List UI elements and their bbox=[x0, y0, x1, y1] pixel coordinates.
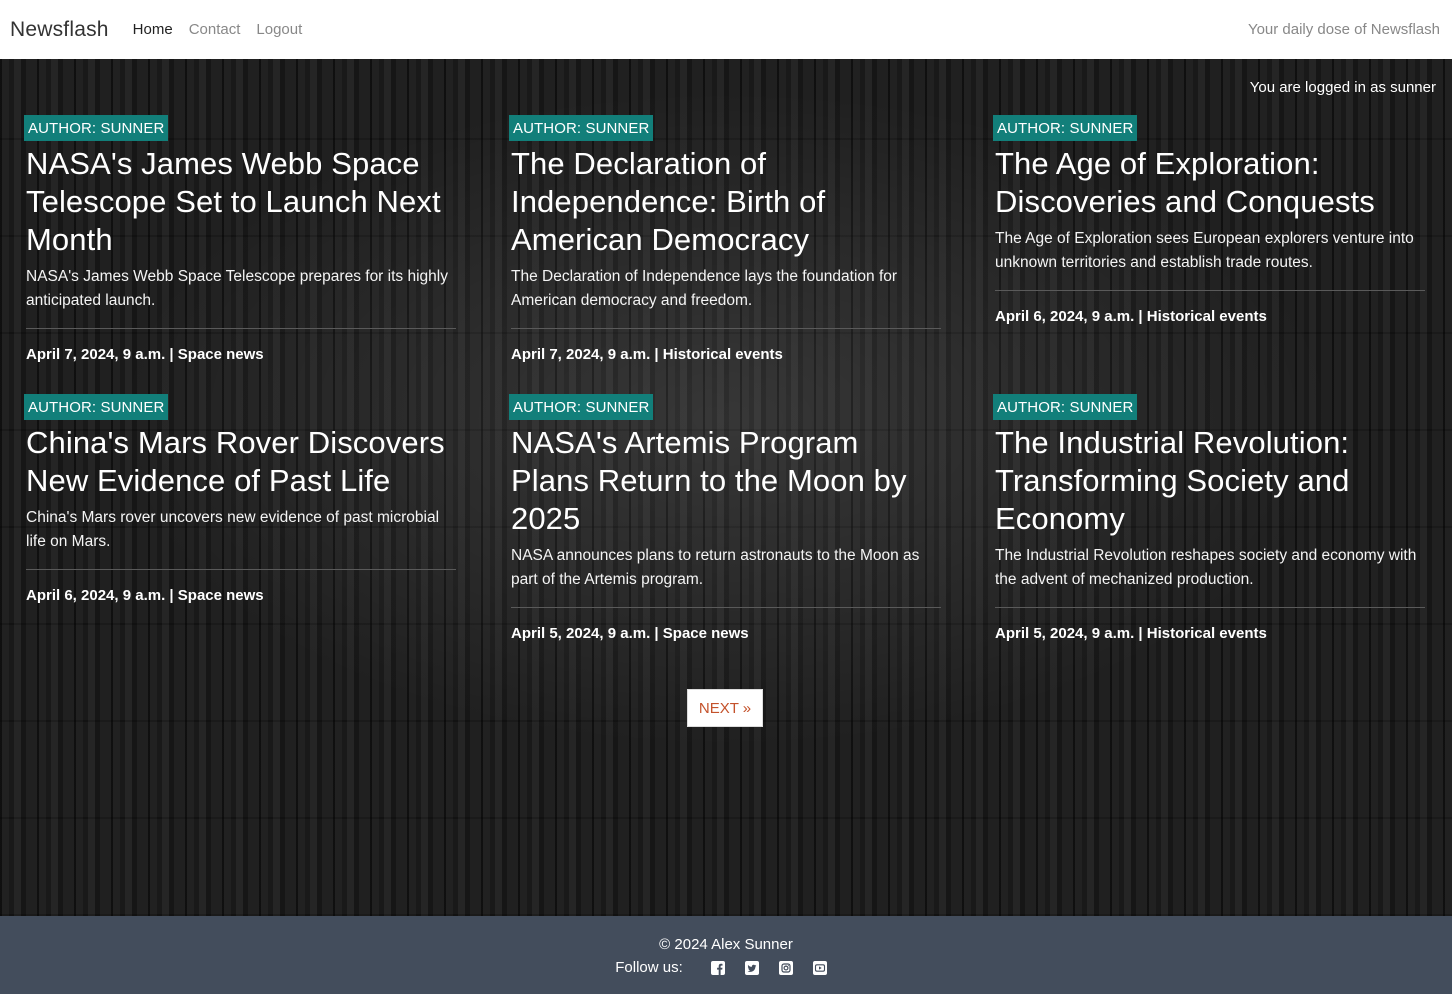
author-badge: AUTHOR: SUNNER bbox=[509, 394, 654, 420]
article-meta: April 5, 2024, 9 a.m. | Space news bbox=[511, 625, 749, 642]
article-title[interactable]: The Age of Exploration: Discoveries and … bbox=[995, 145, 1425, 221]
article-summary: NASA's James Webb Space Telescope prepar… bbox=[26, 268, 448, 309]
copyright-text: © 2024 Alex Sunner bbox=[659, 936, 793, 953]
nav-link-logout[interactable]: Logout bbox=[256, 21, 302, 38]
author-badge: AUTHOR: SUNNER bbox=[993, 394, 1138, 420]
brand-logo-link[interactable]: Newsflash bbox=[10, 18, 109, 42]
article-divider bbox=[995, 607, 1425, 608]
article-meta: April 7, 2024, 9 a.m. | Space news bbox=[26, 346, 264, 363]
article-divider bbox=[26, 569, 456, 570]
article-summary: The Industrial Revolution reshapes socie… bbox=[995, 547, 1417, 588]
article-card: AUTHOR: SUNNER The Industrial Revolution… bbox=[993, 394, 1425, 642]
article-summary: China's Mars rover uncovers new evidence… bbox=[26, 509, 440, 550]
nav-link-home[interactable]: Home bbox=[133, 21, 173, 38]
article-title[interactable]: NASA's Artemis Program Plans Return to t… bbox=[511, 424, 941, 538]
youtube-icon[interactable] bbox=[812, 960, 827, 975]
article-title[interactable]: The Industrial Revolution: Transforming … bbox=[995, 424, 1425, 538]
article-meta: April 5, 2024, 9 a.m. | Historical event… bbox=[995, 625, 1267, 642]
author-badge: AUTHOR: SUNNER bbox=[993, 115, 1138, 141]
twitter-icon[interactable] bbox=[744, 960, 759, 975]
article-title[interactable]: China's Mars Rover Discovers New Evidenc… bbox=[26, 424, 456, 500]
article-card: AUTHOR: SUNNER NASA's James Webb Space T… bbox=[24, 115, 456, 363]
author-badge: AUTHOR: SUNNER bbox=[24, 115, 169, 141]
login-status: You are logged in as sunner bbox=[1249, 79, 1436, 96]
article-meta: April 6, 2024, 9 a.m. | Historical event… bbox=[995, 308, 1267, 325]
article-meta: April 6, 2024, 9 a.m. | Space news bbox=[26, 587, 264, 604]
instagram-icon[interactable] bbox=[778, 960, 793, 975]
article-summary: NASA announces plans to return astronaut… bbox=[511, 547, 920, 588]
top-navbar: Newsflash Home Contact Logout Your daily… bbox=[0, 0, 1452, 59]
author-badge: AUTHOR: SUNNER bbox=[24, 394, 169, 420]
next-page-button[interactable]: NEXT » bbox=[687, 689, 763, 727]
article-card: AUTHOR: SUNNER NASA's Artemis Program Pl… bbox=[509, 394, 941, 642]
article-divider bbox=[511, 607, 941, 608]
author-badge: AUTHOR: SUNNER bbox=[509, 115, 654, 141]
follow-label: Follow us: bbox=[615, 959, 683, 976]
social-follow-row: Follow us: bbox=[0, 959, 1452, 976]
article-divider bbox=[995, 290, 1425, 291]
article-summary: The Age of Exploration sees European exp… bbox=[995, 230, 1414, 271]
article-card: AUTHOR: SUNNER China's Mars Rover Discov… bbox=[24, 394, 456, 604]
navbar-tagline: Your daily dose of Newsflash bbox=[1247, 21, 1440, 38]
main-content: You are logged in as sunner AUTHOR: SUNN… bbox=[0, 59, 1452, 916]
article-summary: The Declaration of Independence lays the… bbox=[511, 268, 898, 309]
article-divider bbox=[26, 328, 456, 329]
article-card: AUTHOR: SUNNER The Age of Exploration: D… bbox=[993, 115, 1425, 325]
page-footer: © 2024 Alex Sunner Follow us: bbox=[0, 916, 1452, 994]
article-title[interactable]: The Declaration of Independence: Birth o… bbox=[511, 145, 941, 259]
article-card: AUTHOR: SUNNER The Declaration of Indepe… bbox=[509, 115, 941, 363]
article-divider bbox=[511, 328, 941, 329]
article-meta: April 7, 2024, 9 a.m. | Historical event… bbox=[511, 346, 783, 363]
nav-link-contact[interactable]: Contact bbox=[189, 21, 241, 38]
article-title[interactable]: NASA's James Webb Space Telescope Set to… bbox=[26, 145, 456, 259]
facebook-icon[interactable] bbox=[710, 960, 725, 975]
